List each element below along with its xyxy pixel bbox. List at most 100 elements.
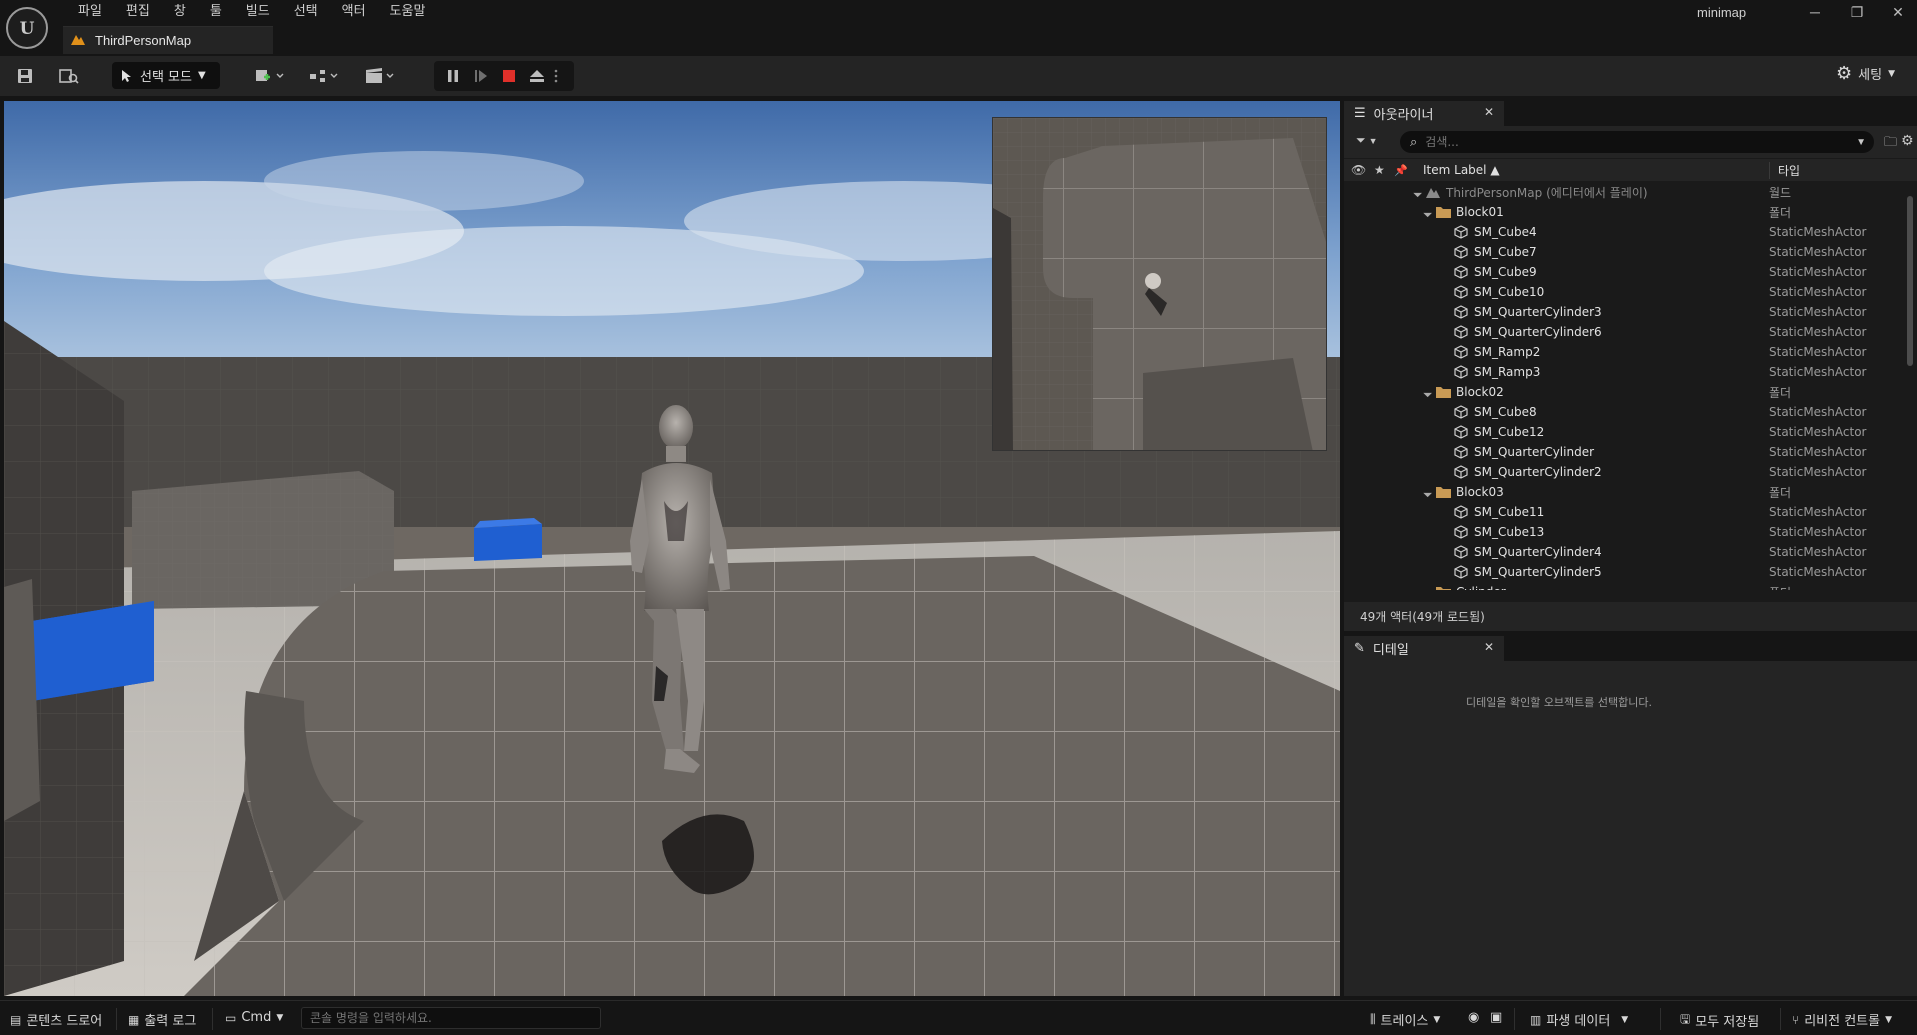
outliner-tree: ◢ ThirdPersonMap (에디터에서 플레이) 월드 ◢ Block01 폴더 S… bbox=[1344, 182, 1907, 590]
svg-text:U: U bbox=[20, 19, 35, 39]
menu-actor[interactable]: 액터 bbox=[330, 2, 378, 22]
outliner-actor-row[interactable]: SM_Cube7 StaticMeshActor bbox=[1344, 242, 1907, 262]
mode-select-dropdown[interactable]: 선택 모드 ▼ bbox=[112, 62, 220, 89]
menu-help[interactable]: 도움말 bbox=[378, 2, 438, 22]
blueprint-icon[interactable] bbox=[306, 65, 342, 87]
project-name: minimap bbox=[1697, 5, 1747, 20]
outliner-actor-row[interactable]: SM_Ramp2 StaticMeshActor bbox=[1344, 342, 1907, 362]
folder-icon bbox=[1434, 385, 1452, 399]
search-input[interactable] bbox=[1425, 135, 1846, 149]
save-icon[interactable] bbox=[14, 65, 36, 87]
outliner-scrollbar[interactable] bbox=[1907, 196, 1913, 366]
output-log-label: 출력 로그 bbox=[144, 1014, 197, 1029]
minimize-icon[interactable]: ─ bbox=[1797, 2, 1833, 22]
content-drawer-button[interactable]: ▤ 콘텐츠 드로어 bbox=[10, 1010, 103, 1030]
item-label: SM_QuarterCylinder5 bbox=[1474, 565, 1602, 579]
outliner-actor-row[interactable]: SM_QuarterCylinder3 StaticMeshActor bbox=[1344, 302, 1907, 322]
derived-data-button[interactable]: ▥ 파생 데이터 ▼ bbox=[1530, 1010, 1628, 1030]
more-options-icon[interactable] bbox=[550, 65, 562, 87]
outliner-folder-row[interactable]: ◢ Block01 폴더 bbox=[1344, 202, 1907, 222]
filter-button[interactable]: ⏷ ▼ bbox=[1356, 133, 1378, 148]
outliner-actor-row[interactable]: SM_Cube13 StaticMeshActor bbox=[1344, 522, 1907, 542]
item-label: SM_Ramp3 bbox=[1474, 365, 1541, 379]
item-label: SM_Cube10 bbox=[1474, 285, 1545, 299]
outliner-actor-row[interactable]: SM_Cube12 StaticMeshActor bbox=[1344, 422, 1907, 442]
outliner-folder-row[interactable]: ◢ Block02 폴더 bbox=[1344, 382, 1907, 402]
menu-window[interactable]: 창 bbox=[162, 2, 198, 22]
menu-edit[interactable]: 편집 bbox=[114, 2, 162, 22]
item-label: SM_Cube9 bbox=[1474, 265, 1537, 279]
outliner-actor-row[interactable]: SM_QuarterCylinder4 StaticMeshActor bbox=[1344, 542, 1907, 562]
output-log-button[interactable]: ▦ 출력 로그 bbox=[128, 1010, 197, 1030]
menu-tools[interactable]: 툴 bbox=[198, 2, 234, 22]
outliner-list-icon: ☰ bbox=[1354, 106, 1366, 121]
browse-icon[interactable] bbox=[58, 65, 80, 87]
outliner-actor-row[interactable]: SM_Cube8 StaticMeshActor bbox=[1344, 402, 1907, 422]
outliner-folder-row[interactable]: ◢ Block03 폴더 bbox=[1344, 482, 1907, 502]
outliner-tab[interactable]: ☰ 아웃라이너 ✕ bbox=[1344, 101, 1504, 126]
static-mesh-icon bbox=[1452, 545, 1470, 559]
record-icon: ◉ bbox=[1468, 1010, 1480, 1025]
divider bbox=[1780, 1008, 1781, 1030]
outliner-actor-row[interactable]: SM_Cube4 StaticMeshActor bbox=[1344, 222, 1907, 242]
revision-control-button[interactable]: ⑂ 리비전 컨트롤 ▼ bbox=[1792, 1010, 1892, 1030]
favorite-star-icon[interactable]: ★ bbox=[1374, 163, 1385, 177]
trace-button[interactable]: ⫼ 트레이스 ▼ bbox=[1370, 1010, 1440, 1029]
add-folder-icon[interactable]: 🗀 bbox=[1884, 133, 1897, 155]
outliner-world-row[interactable]: ◢ ThirdPersonMap (에디터에서 플레이) 월드 bbox=[1344, 182, 1907, 202]
visibility-eye-icon[interactable]: 👁 bbox=[1351, 163, 1366, 177]
trace-icon: ⫼ bbox=[1370, 1012, 1376, 1026]
eject-icon[interactable] bbox=[526, 65, 548, 87]
content-drawer-label: 콘텐츠 드로어 bbox=[26, 1014, 103, 1029]
outliner-actor-row[interactable]: SM_QuarterCylinder5 StaticMeshActor bbox=[1344, 562, 1907, 582]
unreal-logo-icon[interactable]: U bbox=[6, 7, 48, 49]
close-window-icon[interactable]: ✕ bbox=[1880, 2, 1916, 22]
document-tab[interactable]: ThirdPersonMap bbox=[63, 26, 273, 54]
save-all-status[interactable]: 🖫 모두 저장됨 bbox=[1680, 1010, 1759, 1031]
outliner-status: 49개 액터(49개 로드됨) bbox=[1344, 602, 1917, 631]
add-actor-icon[interactable] bbox=[252, 65, 288, 87]
outliner-actor-row[interactable]: SM_QuarterCylinder6 StaticMeshActor bbox=[1344, 322, 1907, 342]
derived-data-icon: ▥ bbox=[1530, 1012, 1542, 1027]
outliner-actor-row[interactable]: SM_Cube11 StaticMeshActor bbox=[1344, 502, 1907, 522]
stop-icon[interactable] bbox=[498, 65, 520, 87]
outliner-actor-row[interactable]: SM_Cube10 StaticMeshActor bbox=[1344, 282, 1907, 302]
item-label-column[interactable]: Item Label ▲ bbox=[1423, 163, 1500, 177]
console-command-input[interactable] bbox=[301, 1007, 601, 1029]
item-type: StaticMeshActor bbox=[1769, 565, 1867, 579]
outliner-actor-row[interactable]: SM_Ramp3 StaticMeshActor bbox=[1344, 362, 1907, 382]
divider bbox=[212, 1008, 213, 1030]
details-tab[interactable]: ✎ 디테일 ✕ bbox=[1344, 636, 1504, 661]
item-label: SM_Cube8 bbox=[1474, 405, 1537, 419]
restore-icon[interactable]: ❐ bbox=[1839, 2, 1875, 22]
settings-button[interactable]: ⚙ 세팅 ▼ bbox=[1836, 64, 1895, 83]
outliner-actor-row[interactable]: SM_QuarterCylinder2 StaticMeshActor bbox=[1344, 462, 1907, 482]
select-arrow-icon bbox=[122, 69, 131, 82]
record-button[interactable]: ◉ bbox=[1468, 1010, 1479, 1025]
menu-build[interactable]: 빌드 bbox=[234, 2, 282, 22]
pin-icon[interactable]: 📌 bbox=[1394, 164, 1408, 177]
close-icon[interactable]: ✕ bbox=[1484, 105, 1494, 119]
item-type: StaticMeshActor bbox=[1769, 225, 1867, 239]
menu-file[interactable]: 파일 bbox=[66, 2, 114, 22]
menu-select[interactable]: 선택 bbox=[282, 2, 330, 22]
type-column[interactable]: 타입 bbox=[1769, 161, 1800, 179]
settings-label: 세팅 bbox=[1858, 68, 1883, 83]
details-tab-label: 디테일 bbox=[1372, 643, 1409, 658]
level-viewport[interactable] bbox=[4, 101, 1340, 996]
outliner-search-box[interactable]: ⌕ ▼ bbox=[1400, 131, 1874, 153]
outliner-actor-row[interactable]: SM_Cube9 StaticMeshActor bbox=[1344, 262, 1907, 282]
chevron-down-icon: ▼ bbox=[1888, 68, 1895, 79]
outliner-actor-row[interactable]: SM_QuarterCylinder StaticMeshActor bbox=[1344, 442, 1907, 462]
gear-icon[interactable]: ⚙ bbox=[1901, 132, 1914, 149]
outliner-folder-row[interactable]: ◢Cylinder폴더 bbox=[1344, 582, 1907, 590]
close-icon[interactable]: ✕ bbox=[1484, 640, 1494, 654]
item-label: SM_Cube7 bbox=[1474, 245, 1537, 259]
pause-icon[interactable] bbox=[442, 65, 464, 87]
cmd-selector[interactable]: ▭ Cmd ▼ bbox=[225, 1010, 283, 1025]
outliner-search-row: ⏷ ▼ ⌕ ▼ 🗀 ⚙ bbox=[1344, 126, 1917, 158]
frame-skip-icon[interactable] bbox=[470, 65, 492, 87]
cinematics-icon[interactable] bbox=[362, 65, 398, 87]
item-label: SM_QuarterCylinder6 bbox=[1474, 325, 1602, 339]
screenshot-button[interactable]: ▣ bbox=[1490, 1010, 1502, 1025]
